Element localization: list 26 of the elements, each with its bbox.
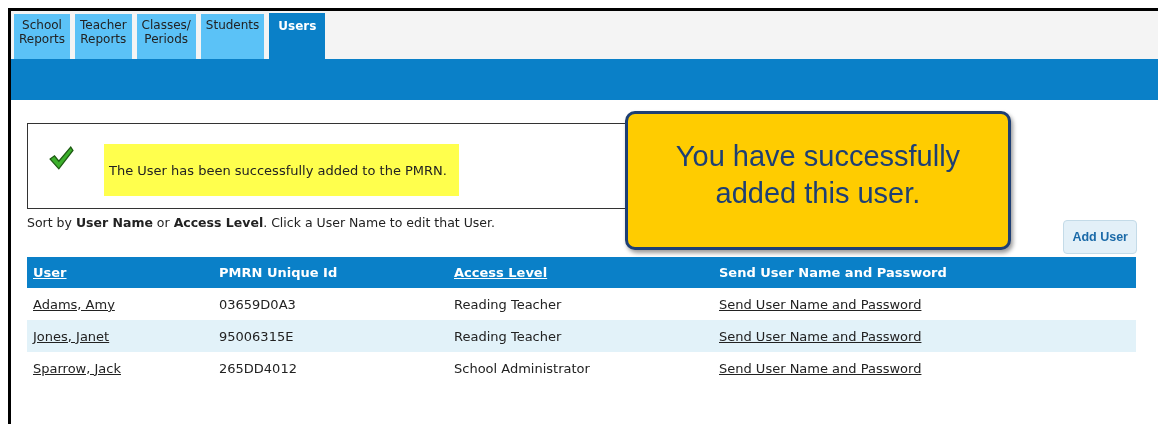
sort-link[interactable]: User (27, 265, 213, 280)
add-user-button[interactable]: Add User (1063, 220, 1137, 254)
column-header: PMRN Unique Id (218, 265, 339, 280)
user-name-link[interactable]: Adams, Amy (27, 296, 213, 312)
table-cell-text: Reading Teacher (453, 296, 563, 312)
nav-tab[interactable]: School Reports (14, 14, 71, 59)
table-cell-text: 265DD4012 (218, 360, 298, 376)
send-credentials-link[interactable]: Send User Name and Password (713, 360, 922, 376)
nav-tab[interactable]: Classes/ Periods (136, 14, 196, 59)
send-credentials-link[interactable]: Send User Name and Password (713, 296, 922, 312)
callout: You have successfully added this user. (625, 111, 1011, 250)
sort-link[interactable]: Access Level (448, 265, 713, 280)
table-cell-text: Reading Teacher (453, 328, 563, 344)
checkmark-icon (48, 145, 74, 171)
table-cell-text: 95006315E (218, 328, 295, 344)
nav-tab[interactable]: Students (200, 14, 265, 59)
user-name-link[interactable]: Jones, Janet (27, 328, 213, 344)
table-cell-text: 03659D0A3 (218, 296, 297, 312)
success-message: The User has been successfully added to the PMRN. (104, 144, 459, 196)
nav-tab[interactable]: Users (269, 13, 326, 59)
table-cell-text: School Administrator (453, 360, 591, 376)
user-name-link[interactable]: Sparrow, Jack (27, 360, 213, 376)
sort-hint: Sort by User Name or Access Level. Click a User Name to edit that User. (27, 215, 495, 230)
send-credentials-link[interactable]: Send User Name and Password (713, 328, 922, 344)
nav-tab[interactable]: Teacher Reports (75, 14, 132, 59)
column-header: Send User Name and Password (718, 265, 947, 280)
